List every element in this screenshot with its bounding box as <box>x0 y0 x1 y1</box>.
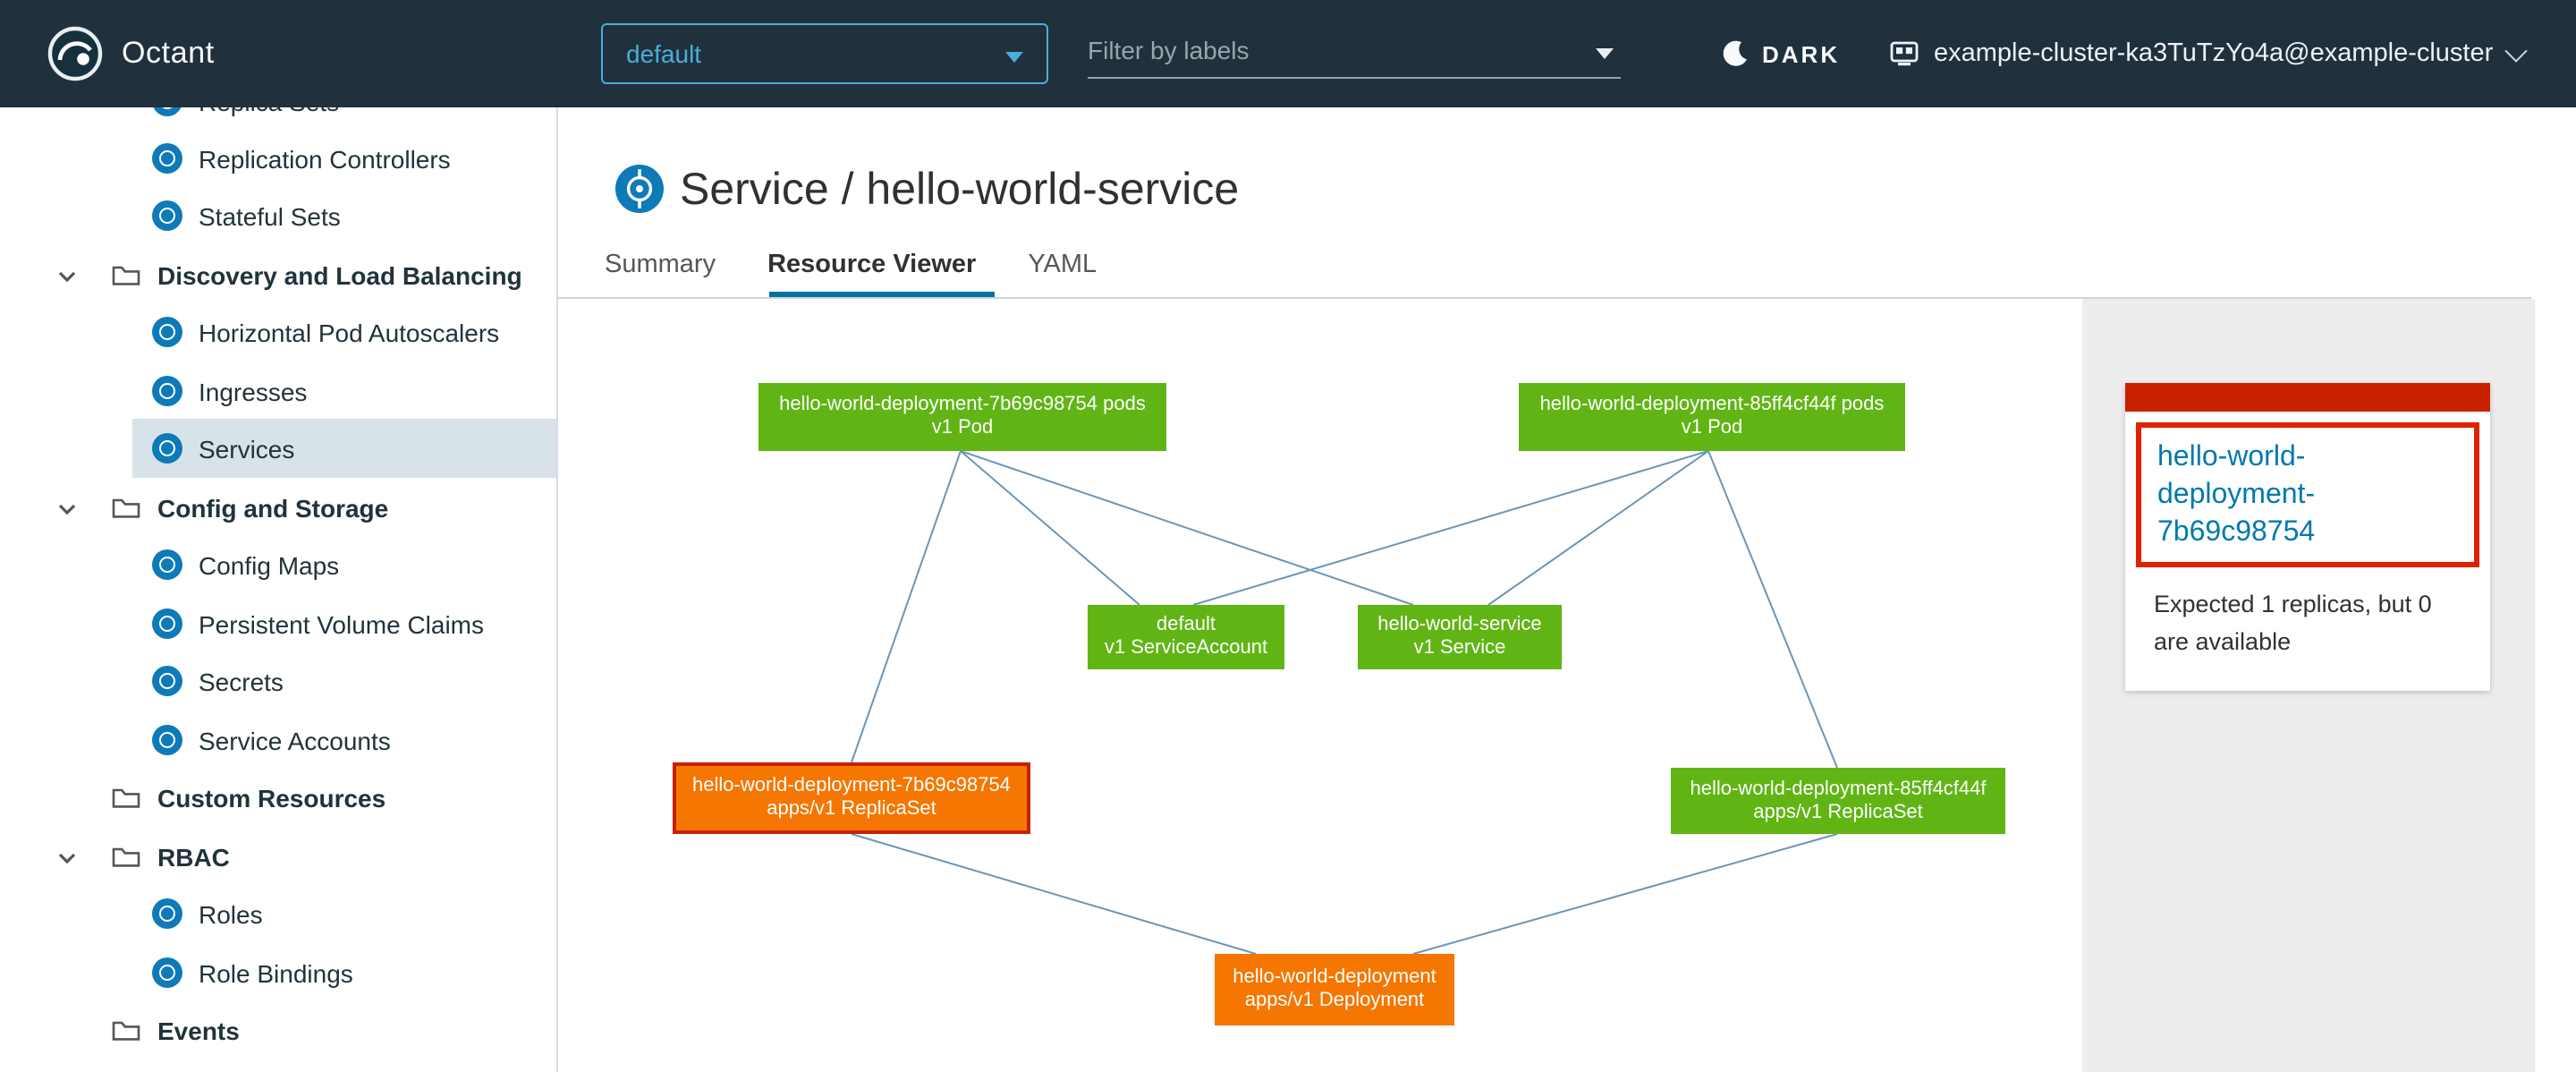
theme-toggle-label: DARK <box>1762 40 1840 67</box>
sidebar-item-stateful-sets[interactable]: Stateful Sets <box>0 190 556 242</box>
resource-summary-panel: hello-world-deployment-7b69c98754 Expect… <box>2082 299 2535 1072</box>
graph-node-pod-7b69c98754[interactable]: hello-world-deployment-7b69c98754 pods v… <box>758 383 1166 451</box>
chevron-down-icon[interactable] <box>54 491 79 523</box>
cluster-icon <box>1889 39 1919 68</box>
main-content: Service / hello-world-service Summary Re… <box>558 107 2576 1072</box>
graph-edge <box>852 834 1256 954</box>
sidebar-nav: Replica Sets Replication Controllers Sta… <box>0 107 558 1072</box>
graph-edge <box>1413 834 1837 954</box>
label-filter-input[interactable] <box>1088 25 1571 75</box>
chevron-down-icon[interactable] <box>54 259 79 291</box>
horizontal-pod-autoscalers-icon <box>152 317 182 347</box>
graph-edge <box>1708 451 1837 768</box>
secrets-icon <box>152 666 182 696</box>
namespace-dropdown[interactable]: default <box>601 23 1048 84</box>
roles-icon <box>152 898 182 929</box>
chevron-down-icon[interactable] <box>54 840 79 872</box>
services-icon <box>152 433 182 464</box>
graph-node-pod-85ff4cf44f[interactable]: hello-world-deployment-85ff4cf44f pods v… <box>1519 383 1905 451</box>
stateful-sets-icon <box>152 200 182 231</box>
sidebar-section-config-and-storage[interactable]: Config and Storage <box>0 481 556 533</box>
selected-resource-card: hello-world-deployment-7b69c98754 Expect… <box>2125 383 2490 691</box>
replica-status-message: Expected 1 replicas, but 0 are available <box>2154 585 2462 660</box>
selected-resource-link[interactable]: hello-world-deployment-7b69c98754 <box>2157 442 2315 548</box>
graph-edges <box>558 107 2082 1072</box>
graph-node-serviceaccount-default[interactable]: default v1 ServiceAccount <box>1088 605 1284 669</box>
octant-app: Octant default DARK example-cluster-ka3T… <box>0 0 2576 1072</box>
app-header: Octant default DARK example-cluster-ka3T… <box>0 0 2576 107</box>
graph-node-service-hello-world[interactable]: hello-world-service v1 Service <box>1358 605 1562 669</box>
sidebar-item-persistent-volume-claims[interactable]: Persistent Volume Claims <box>0 598 556 650</box>
graph-edge <box>852 451 961 762</box>
sidebar-section-events[interactable]: Events <box>0 1004 556 1056</box>
sidebar-item-services[interactable]: Services <box>0 422 556 474</box>
sidebar-item-roles[interactable]: Roles <box>0 888 556 940</box>
sidebar-item-role-bindings[interactable]: Role Bindings <box>0 947 556 999</box>
sidebar-item-secrets[interactable]: Secrets <box>0 655 556 707</box>
graph-edge <box>961 451 1140 605</box>
sidebar-section-discovery-and-load-balancing[interactable]: Discovery and Load Balancing <box>0 249 556 301</box>
config-maps-icon <box>152 549 182 580</box>
graph-node-replicaset-85ff4cf44f[interactable]: hello-world-deployment-85ff4cf44f apps/v… <box>1671 768 2005 834</box>
replication-controllers-icon <box>152 143 182 174</box>
folder-icon <box>111 785 141 810</box>
role-bindings-icon <box>152 957 182 988</box>
sidebar-item-replication-controllers[interactable]: Replication Controllers <box>0 132 556 184</box>
graph-edge <box>1193 451 1708 605</box>
sidebar-section-rbac[interactable]: RBAC <box>0 830 556 882</box>
chevron-down-icon <box>1596 48 1614 59</box>
persistent-volume-claims-icon <box>152 608 182 639</box>
cluster-selector[interactable]: example-cluster-ka3TuTzYo4a@example-clus… <box>1889 32 2523 75</box>
graph-node-replicaset-7b69c98754[interactable]: hello-world-deployment-7b69c98754 apps/v… <box>673 762 1030 834</box>
card-status-bar <box>2125 383 2490 412</box>
ingresses-icon <box>152 376 182 406</box>
folder-icon <box>111 262 141 287</box>
folder-icon <box>111 1017 141 1042</box>
sidebar-item-config-maps[interactable]: Config Maps <box>0 539 556 591</box>
theme-toggle-button[interactable]: DARK <box>1721 36 1840 72</box>
sidebar-section-custom-resources[interactable]: Custom Resources <box>0 771 556 823</box>
cluster-context-label: example-cluster-ka3TuTzYo4a@example-clus… <box>1934 39 2493 68</box>
folder-icon <box>111 495 141 520</box>
chevron-down-icon <box>1005 52 1023 63</box>
graph-edge <box>961 451 1413 605</box>
sidebar-item-service-accounts[interactable]: Service Accounts <box>0 714 556 766</box>
sidebar-item-horizontal-pod-autoscalers[interactable]: Horizontal Pod Autoscalers <box>0 306 556 358</box>
graph-node-deployment-hello-world[interactable]: hello-world-deployment apps/v1 Deploymen… <box>1215 954 1454 1025</box>
app-title: Octant <box>122 36 215 72</box>
chevron-down-icon <box>2504 38 2527 61</box>
octant-logo-icon <box>47 25 104 82</box>
label-filter <box>1088 25 1621 79</box>
replica-sets-icon <box>152 107 182 116</box>
folder-icon <box>111 844 141 869</box>
moon-icon <box>1721 39 1750 68</box>
selected-resource-box: hello-world-deployment-7b69c98754 <box>2136 422 2479 567</box>
graph-edge <box>1488 451 1708 605</box>
namespace-value: default <box>626 39 701 68</box>
sidebar-item-replica-sets[interactable]: Replica Sets <box>0 107 556 127</box>
service-accounts-icon <box>152 725 182 755</box>
sidebar-item-ingresses[interactable]: Ingresses <box>0 365 556 417</box>
